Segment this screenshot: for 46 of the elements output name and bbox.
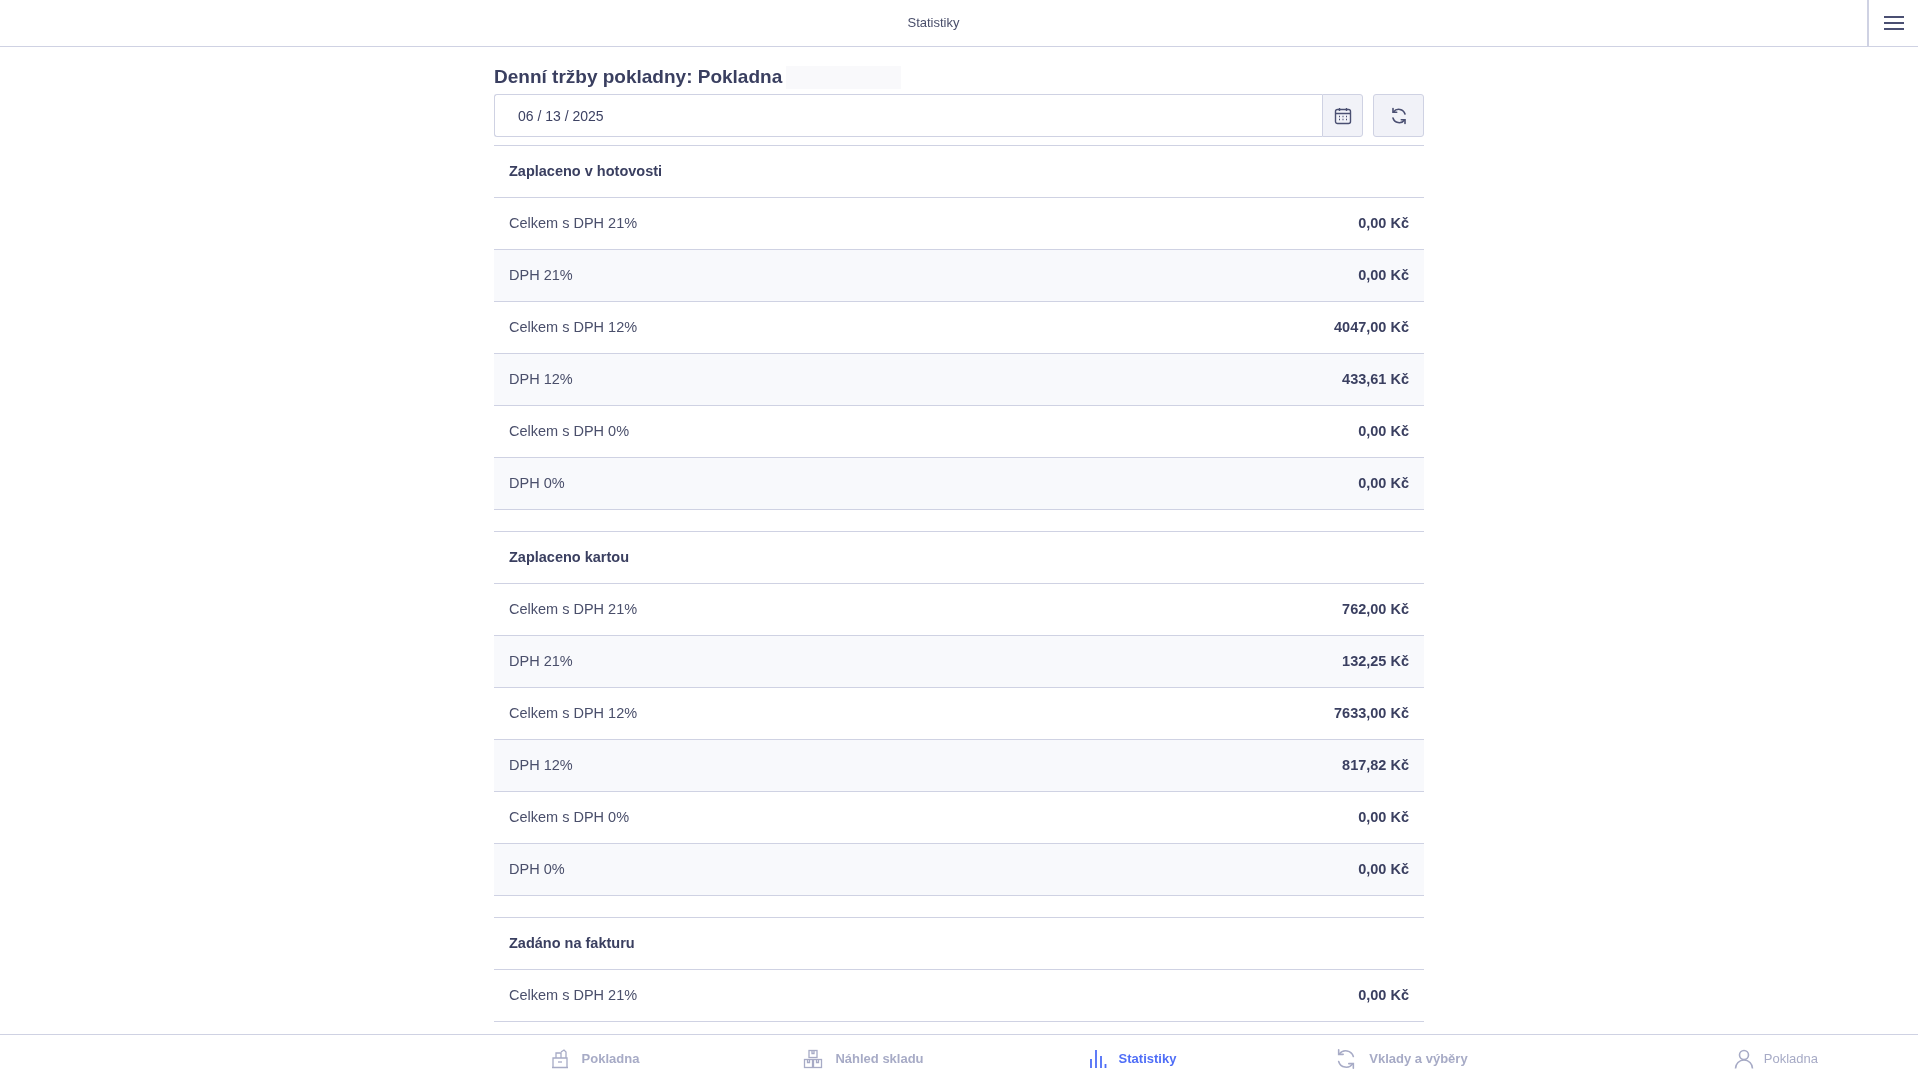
row-label: DPH 12% bbox=[509, 369, 573, 389]
menu-icon bbox=[1883, 16, 1904, 30]
row-value: 0,00 Kč bbox=[1358, 265, 1409, 285]
row-value: 0,00 Kč bbox=[1358, 859, 1409, 879]
top-bar-title: Statistiky bbox=[907, 14, 960, 33]
user-icon bbox=[1733, 1049, 1754, 1069]
row-label: Celkem s DPH 21% bbox=[509, 213, 638, 233]
calendar-button[interactable] bbox=[1322, 94, 1363, 137]
nav-tab[interactable]: Pokladna bbox=[460, 1039, 729, 1079]
row-value: 4047,00 Kč bbox=[1334, 317, 1409, 337]
calendar-icon bbox=[1333, 106, 1352, 125]
row-value: 7633,00 Kč bbox=[1334, 703, 1409, 723]
row-value: 433,61 Kč bbox=[1342, 369, 1409, 389]
row-label: Celkem s DPH 0% bbox=[509, 807, 630, 827]
section-title: Zaplaceno v hotovosti bbox=[509, 161, 663, 181]
boxes-icon bbox=[803, 1049, 824, 1069]
nav-tab[interactable]: Náhled skladu bbox=[729, 1039, 998, 1079]
section-title: Zadáno na fakturu bbox=[509, 933, 635, 953]
row-label: Celkem s DPH 0% bbox=[509, 421, 630, 441]
refresh-button[interactable] bbox=[1373, 94, 1424, 137]
row-label: Celkem s DPH 12% bbox=[509, 317, 638, 337]
section-title: Zaplaceno kartou bbox=[509, 547, 630, 567]
row-label: DPH 21% bbox=[509, 265, 573, 285]
nav-tab[interactable]: Statistiky bbox=[998, 1039, 1267, 1079]
row-value: 762,00 Kč bbox=[1342, 599, 1409, 619]
page-heading: Denní tržby pokladny: Pokladna bbox=[494, 65, 783, 90]
row-label: DPH 0% bbox=[509, 859, 565, 879]
row-value: 0,00 Kč bbox=[1358, 421, 1409, 441]
row-label: DPH 0% bbox=[509, 473, 565, 493]
bar-chart-icon bbox=[1088, 1049, 1107, 1069]
row-label: DPH 12% bbox=[509, 755, 573, 775]
row-label: Celkem s DPH 21% bbox=[509, 985, 638, 1005]
refresh-icon bbox=[1389, 106, 1408, 125]
row-value: 0,00 Kč bbox=[1358, 985, 1409, 1005]
row-value: 0,00 Kč bbox=[1358, 807, 1409, 827]
row-label: Celkem s DPH 12% bbox=[509, 703, 638, 723]
date-field[interactable]: 06 / 13 / 2025 bbox=[494, 94, 1322, 137]
row-value: 0,00 Kč bbox=[1358, 473, 1409, 493]
user-name: Pokladna bbox=[1763, 1050, 1818, 1069]
row-label: Celkem s DPH 21% bbox=[509, 599, 638, 619]
row-value: 0,00 Kč bbox=[1358, 213, 1409, 233]
register-icon bbox=[549, 1049, 570, 1069]
row-value: 132,25 Kč bbox=[1342, 651, 1409, 671]
nav-tab[interactable]: Vklady a výběry bbox=[1267, 1039, 1536, 1079]
row-label: DPH 21% bbox=[509, 651, 573, 671]
row-value: 817,82 Kč bbox=[1342, 755, 1409, 775]
